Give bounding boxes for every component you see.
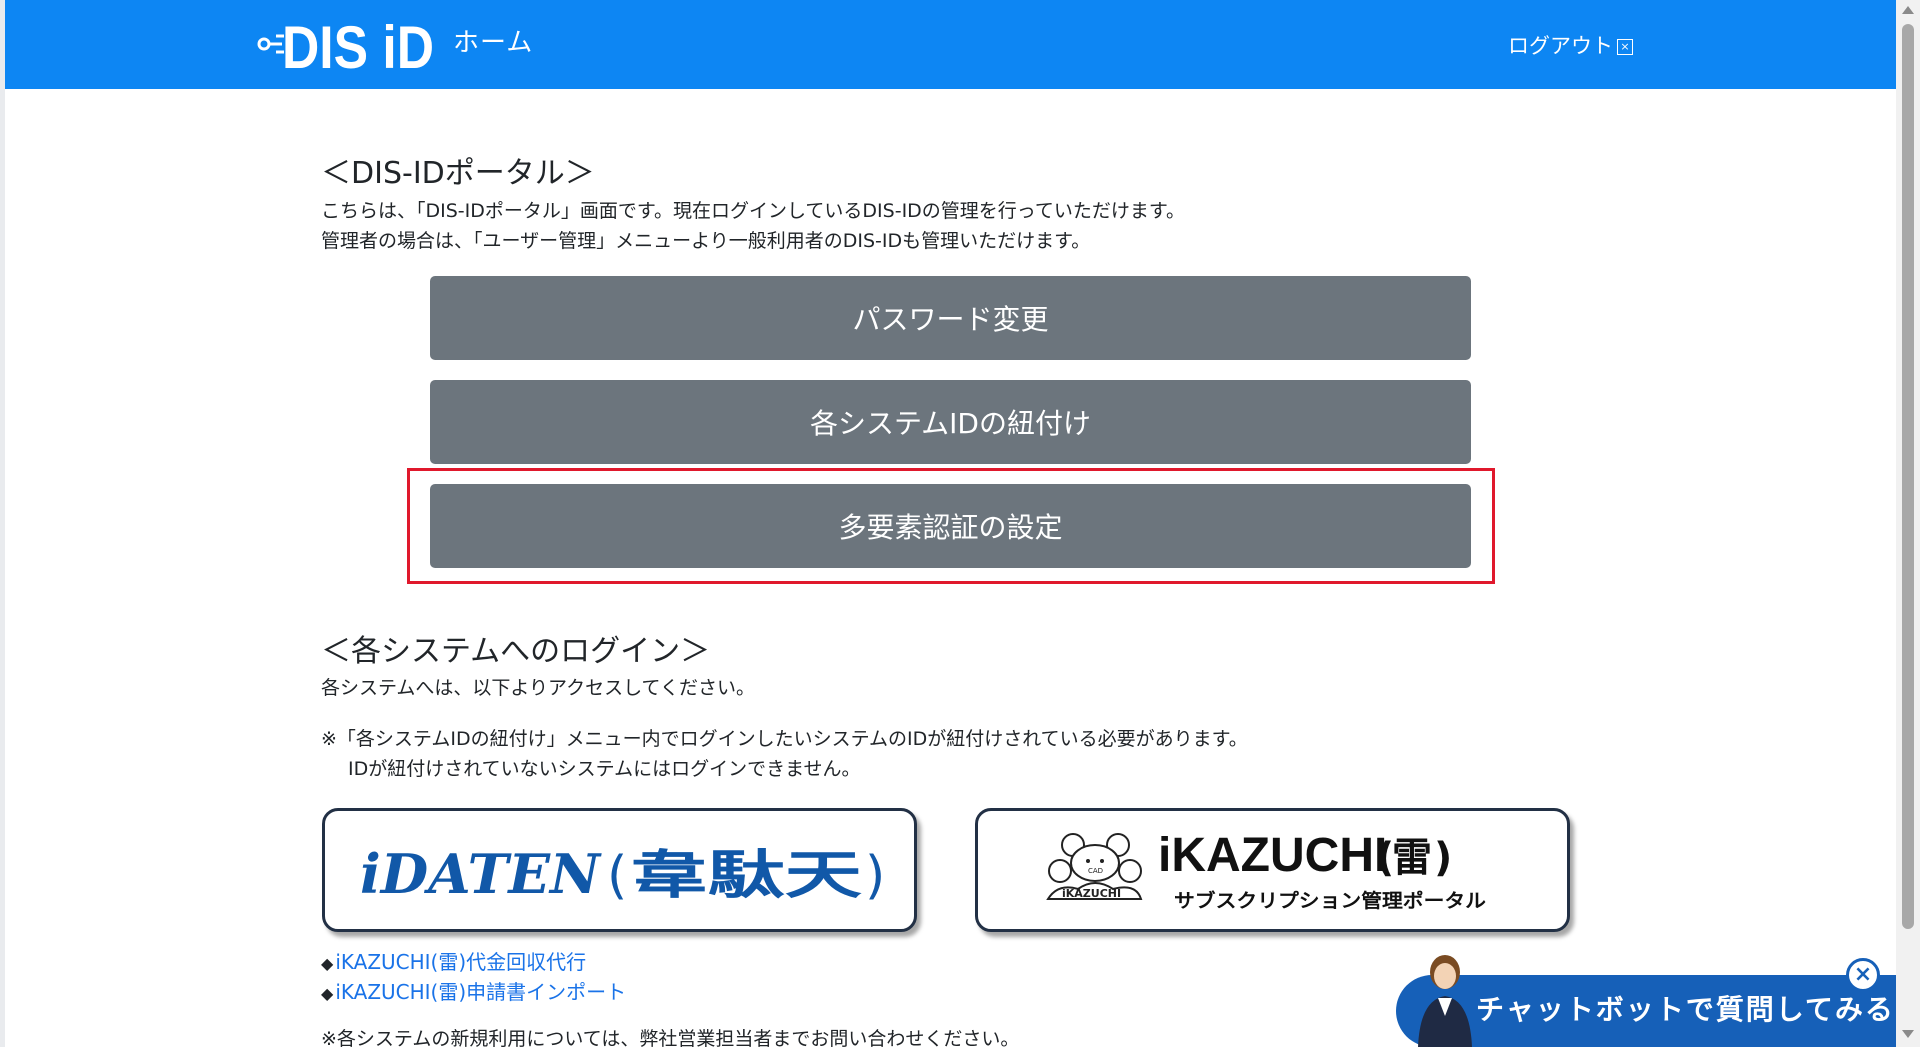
bullet-diamond: ◆ [321,984,334,1003]
systems-note-1: ※「各システムIDの紐付け」メニュー内でログインしたいシステムのIDが紐付けされ… [321,728,1248,750]
chatbot-close-icon[interactable]: × [1846,958,1880,992]
ikazuchi-kanji: 雷 [1392,835,1432,881]
portal-description-1: こちらは、「DIS-IDポータル」画面です。現在ログインしているDIS-IDの管… [321,200,1185,222]
scroll-thumb[interactable] [1902,24,1914,929]
scrollbar[interactable] [1896,0,1920,1047]
password-change-button[interactable]: パスワード変更 [430,276,1471,360]
link-payment-collection[interactable]: ◆ iKAZUCHI(雷)代金回収代行 [321,946,586,975]
ikazuchi-subtitle: サブスクリプション管理ポータル [1174,889,1486,912]
systems-note-2: IDが紐付けされていないシステムにはログインできません。 [348,758,861,780]
idaten-paren-open: ( [607,846,627,906]
idaten-banner[interactable]: iDATEN ( 韋駄天 ) [322,808,917,932]
mfa-settings-button[interactable]: 多要素認証の設定 [430,484,1471,568]
portal-heading: ＜DIS-IDポータル＞ [321,156,595,191]
header-bar: DIS iD ホーム ログアウト × [5,0,1896,89]
ikazuchi-logo: CAD iKAZUCHI iKAZUCHI ( 雷 ) サブスクリプション管理ポ… [1046,829,1486,912]
portal-description-2: 管理者の場合は、「ユーザー管理」メニューより一般利用者のDIS-IDも管理いただ… [321,230,1091,252]
scroll-down-arrow-icon[interactable] [1902,1030,1914,1038]
link-label: iKAZUCHI(雷)申請書インポート [335,980,627,1004]
ikazuchi-title: iKAZUCHI [1158,829,1387,882]
systems-heading: ＜各システムへのログイン＞ [321,634,711,669]
scroll-up-arrow-icon[interactable] [1902,6,1914,14]
idaten-kanji: 韋駄天 [630,846,862,906]
link-application-import[interactable]: ◆ iKAZUCHI(雷)申請書インポート [321,976,626,1005]
dis-id-logo[interactable]: DIS iD [256,10,438,76]
logout-label: ログアウト [1508,34,1613,58]
idaten-paren-close: ) [865,846,885,906]
logo-text: DIS iD [282,14,434,76]
ikazuchi-mascot-icon: CAD iKAZUCHI [1046,833,1143,900]
close-box-icon: × [1617,39,1633,55]
ikazuchi-banner[interactable]: CAD iKAZUCHI iKAZUCHI ( 雷 ) サブスクリプション管理ポ… [975,808,1570,932]
bullet-diamond: ◆ [321,954,334,973]
idaten-latin: iDATEN [360,842,603,906]
ikazuchi-kanji-paren-close: ) [1434,835,1452,881]
system-id-link-button[interactable]: 各システムIDの紐付け [430,380,1471,464]
page: DIS iD ホーム ログアウト × ＜DIS-IDポータル＞ こちらは、「DI… [5,0,1896,1047]
header-title: ホーム [453,28,534,58]
mascot-tag: CAD [1088,867,1103,875]
systems-intro: 各システムへは、以下よりアクセスしてください。 [321,677,755,699]
chatbot-avatar-icon [1418,955,1472,1047]
link-label: iKAZUCHI(雷)代金回収代行 [335,950,587,974]
idaten-logo: iDATEN ( 韋駄天 ) [360,842,885,906]
chatbot-label: チャットボットで質問してみる [1476,993,1895,1026]
mascot-label: iKAZUCHI [1062,887,1121,900]
logout-link[interactable]: ログアウト × [1508,30,1633,60]
systems-footer-note: ※各システムの新規利用については、弊社営業担当者までお問い合わせください。 [321,1028,1020,1047]
